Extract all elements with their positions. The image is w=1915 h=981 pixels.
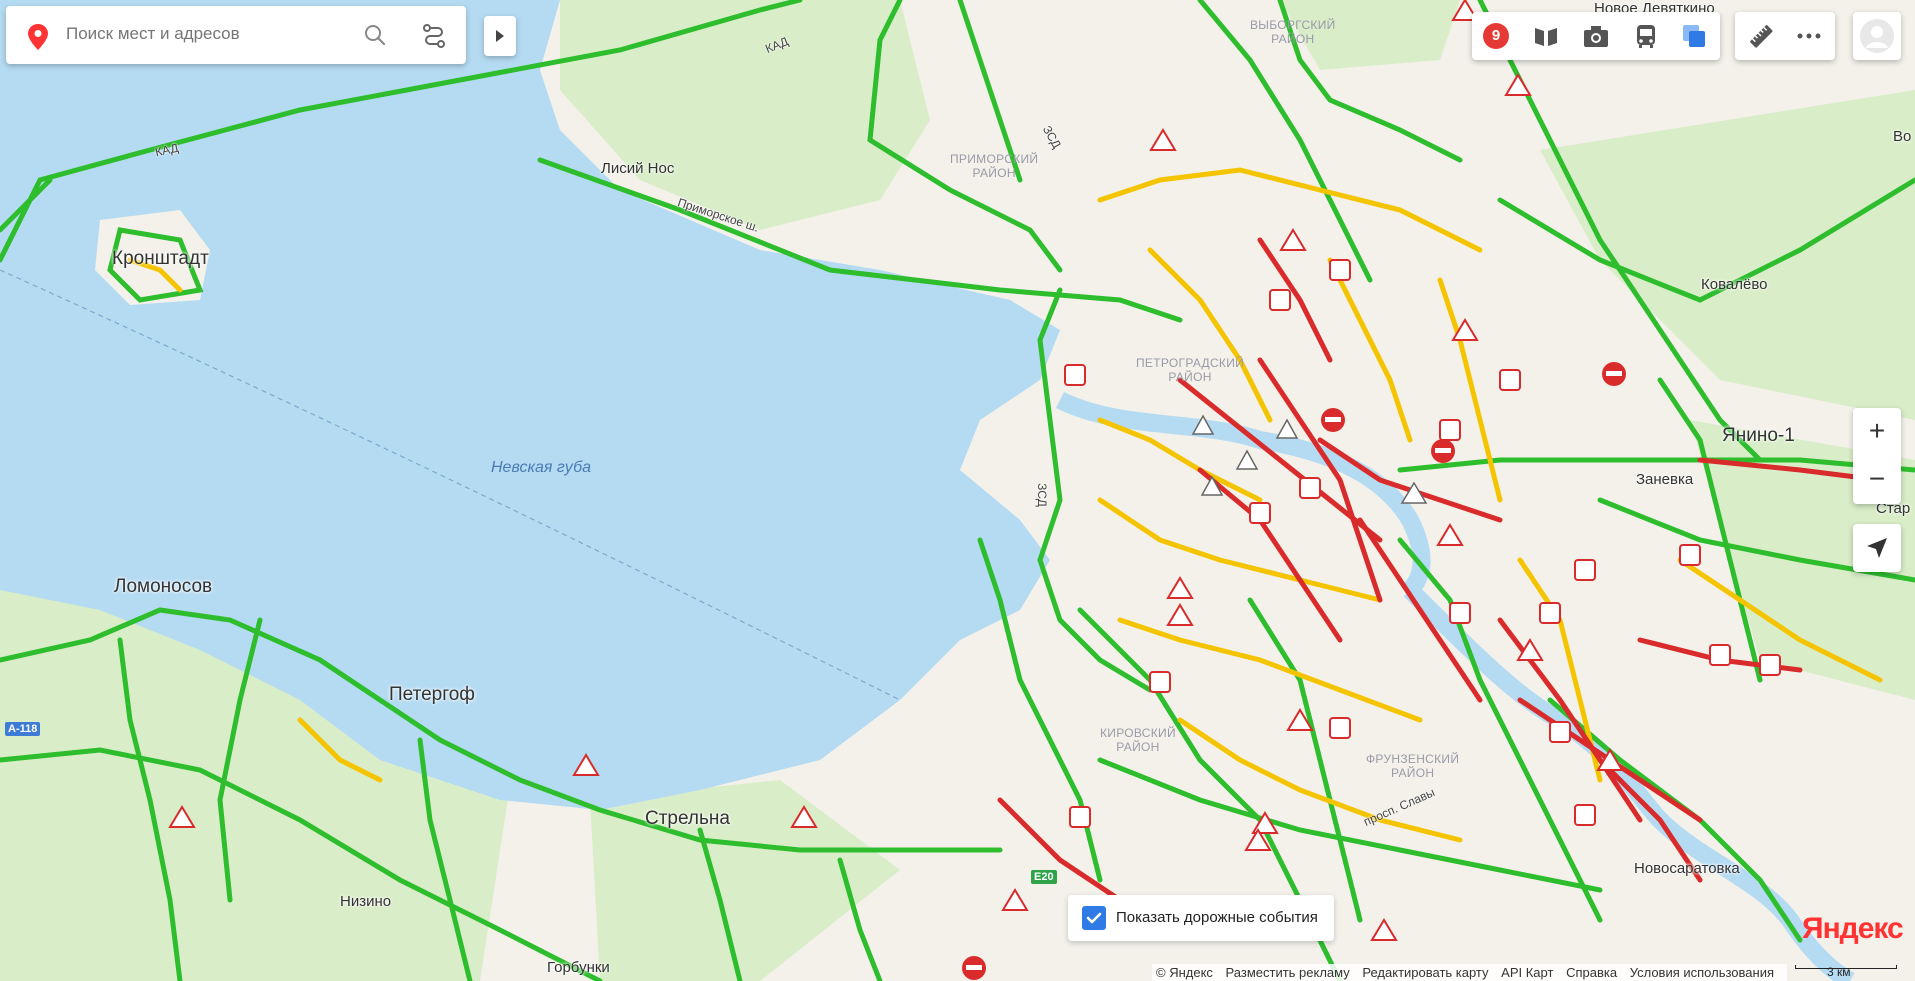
panorama-icon[interactable] [1530, 20, 1562, 52]
geolocation-button[interactable] [1853, 524, 1901, 572]
footer-link-help[interactable]: Справка [1566, 965, 1617, 980]
map-layers-toolbar: 9 [1472, 12, 1720, 60]
scale-label: 3 км [1827, 965, 1851, 979]
play-arrow-icon [494, 28, 506, 49]
town-label-novosaratovka: Новосаратовка [1634, 860, 1740, 877]
town-label-zanevka: Заневка [1636, 471, 1694, 488]
route-icon[interactable] [422, 23, 446, 54]
yandex-logo-text: Яндекс [1802, 912, 1904, 945]
traffic-button[interactable]: 9 [1482, 20, 1514, 52]
checkmark-icon [1086, 912, 1102, 924]
search-icon[interactable] [364, 24, 386, 51]
city-label-yanino: Янино-1 [1722, 425, 1795, 446]
town-label-lisiy-nos: Лисий Нос [601, 160, 675, 177]
footer-link-api[interactable]: API Карт [1501, 965, 1553, 980]
town-label-vo: Во [1893, 128, 1912, 145]
photo-icon[interactable] [1580, 20, 1612, 52]
district-label-petrogradsky: ПЕТРОГРАДСКИЙ РАЙОН [1136, 356, 1245, 384]
district-label-kirovsky: КИРОВСКИЙ РАЙОН [1100, 726, 1176, 754]
avatar-icon [1859, 18, 1895, 59]
user-avatar-button[interactable] [1853, 12, 1901, 60]
traffic-score-badge: 9 [1483, 23, 1509, 49]
road-label-zsd-south: ЗСД [1034, 483, 1049, 507]
district-label-vyborgsky: ВЫБОРГСКИЙ РАЙОН [1250, 18, 1336, 46]
scale-bar: 3 км [1795, 962, 1903, 981]
sidebar-toggle-button[interactable] [484, 16, 516, 56]
extra-toolbar [1735, 12, 1835, 60]
search-input[interactable] [66, 24, 346, 44]
city-label-kronstadt: Кронштадт [112, 248, 209, 269]
town-label-kovalevo: Ковалёво [1701, 276, 1768, 293]
transit-icon[interactable] [1630, 20, 1662, 52]
city-label-strelna: Стрельна [645, 808, 730, 829]
highway-badge-a118: А-118 [5, 722, 41, 736]
zoom-control: + − [1853, 408, 1901, 504]
navigation-arrow-icon [1865, 536, 1889, 565]
road-events-toggle[interactable]: Показать дорожные события [1068, 895, 1334, 941]
footer-link-advertise[interactable]: Разместить рекламу [1226, 965, 1350, 980]
highway-badge-e20: E20 [1031, 870, 1057, 884]
search-panel [6, 6, 466, 64]
location-pin-icon [28, 24, 48, 55]
city-label-lomonosov: Ломоносов [114, 576, 213, 597]
road-events-checkbox[interactable] [1082, 906, 1106, 930]
zoom-out-button[interactable]: − [1853, 456, 1901, 504]
road-events-label: Показать дорожные события [1116, 909, 1318, 926]
more-icon[interactable] [1793, 20, 1825, 52]
district-label-primorsky: ПРИМОРСКИЙ РАЙОН [950, 152, 1039, 180]
ruler-icon[interactable] [1745, 20, 1777, 52]
footer-link-edit-map[interactable]: Редактировать карту [1362, 965, 1488, 980]
map-canvas[interactable] [0, 0, 1915, 981]
footer-copyright: © Яндекс [1156, 965, 1213, 980]
zoom-in-button[interactable]: + [1853, 408, 1901, 456]
footer-link-terms[interactable]: Условия использования [1630, 965, 1774, 980]
layers-icon[interactable] [1678, 20, 1710, 52]
town-label-nizino: Низино [340, 893, 392, 910]
town-label-gorbunki: Горбунки [547, 959, 610, 976]
city-label-peterhof: Петергоф [389, 684, 475, 705]
yandex-logo: Яндекс [1802, 912, 1904, 946]
map-footer: © Яндекс Разместить рекламу Редактироват… [1152, 964, 1787, 981]
water-label-nevskaya-guba: Невская губа [491, 459, 592, 476]
district-label-frunzensky: ФРУНЗЕНСКИЙ РАЙОН [1366, 752, 1460, 780]
